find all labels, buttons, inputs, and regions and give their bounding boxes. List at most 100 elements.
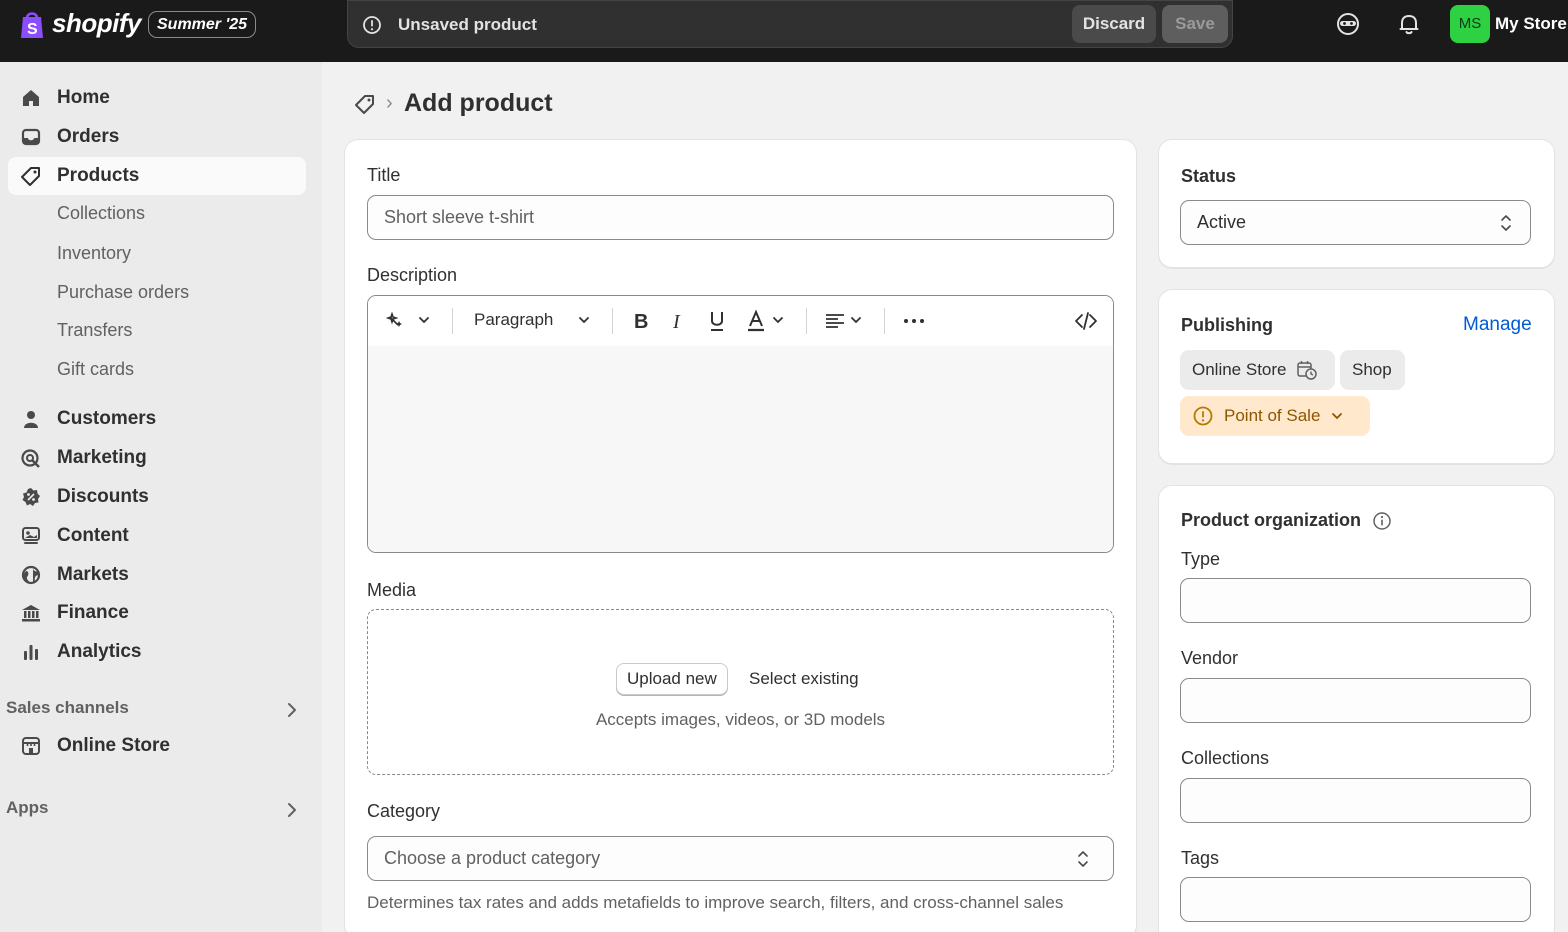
product-organization-title: Product organization	[1181, 510, 1361, 530]
unsaved-changes-bar: Unsaved product Discard Save	[347, 0, 1233, 48]
chevron-down-icon	[1332, 413, 1343, 420]
page-title: Add product	[404, 89, 553, 117]
chevron-down-icon[interactable]	[418, 309, 430, 333]
bell-icon[interactable]	[1396, 11, 1422, 37]
target-icon	[21, 449, 40, 468]
status-title: Status	[1181, 166, 1237, 186]
vendor-input[interactable]	[1180, 678, 1531, 723]
manage-link[interactable]: Manage	[1463, 314, 1532, 336]
editor-toolbar: Paragraph B I	[368, 296, 1113, 346]
sidebar-item-orders[interactable]: Orders	[8, 118, 306, 156]
chevron-right-icon[interactable]	[286, 702, 298, 718]
toolbar-divider	[612, 308, 613, 334]
channel-chip-shop[interactable]: Shop	[1340, 350, 1405, 390]
svg-text:S: S	[27, 21, 38, 38]
sidebar-item-content[interactable]: Content	[8, 517, 306, 555]
globe-icon	[21, 565, 41, 585]
bold-icon[interactable]: B	[632, 309, 650, 333]
tag-icon[interactable]	[354, 93, 376, 115]
brand-name: shopify	[52, 8, 141, 38]
sidebar-item-label: Discounts	[57, 486, 149, 507]
text-color-icon[interactable]	[746, 309, 766, 333]
sidebar-item-finance[interactable]: Finance	[8, 594, 306, 632]
media-hint: Accepts images, videos, or 3D models	[595, 710, 886, 729]
description-label: Description	[367, 265, 458, 285]
category-select[interactable]: Choose a product category	[367, 836, 1114, 881]
sidebar-item-markets[interactable]: Markets	[8, 556, 306, 594]
alert-circle-icon	[363, 16, 381, 34]
info-icon[interactable]	[1372, 511, 1392, 531]
align-left-icon[interactable]	[824, 309, 846, 333]
channel-label: Point of Sale	[1224, 406, 1321, 425]
discard-button[interactable]: Discard	[1072, 5, 1156, 43]
svg-text:B: B	[634, 311, 648, 333]
avatar[interactable]: MS	[1450, 5, 1490, 43]
top-bar: S shopify Summer '25 Unsaved product Dis…	[0, 0, 1568, 62]
sidebar-item-label: Markets	[57, 564, 129, 585]
shopify-logo[interactable]: S shopify	[18, 8, 141, 39]
magic-sparkle-icon[interactable]	[386, 309, 408, 333]
home-icon	[23, 90, 39, 106]
unsaved-message: Unsaved product	[398, 15, 537, 34]
sidebar-item-marketing[interactable]: Marketing	[8, 439, 306, 477]
sales-channels-heading[interactable]: Sales channels	[6, 698, 129, 718]
status-select[interactable]: Active	[1180, 200, 1531, 245]
sidebar-item-products[interactable]: Products	[8, 157, 306, 195]
title-input[interactable]: Short sleeve t-shirt	[367, 195, 1114, 240]
alert-circle-icon	[1193, 406, 1213, 426]
sidebar-item-label: Products	[57, 165, 140, 186]
sidebar-subitem-transfers[interactable]: Transfers	[57, 320, 132, 341]
type-input[interactable]	[1180, 578, 1531, 623]
sidekick-icon[interactable]	[1335, 11, 1361, 37]
more-horizontal-icon[interactable]	[902, 309, 926, 333]
content-icon	[22, 527, 40, 544]
store-name[interactable]: My Store	[1495, 14, 1567, 34]
tags-label: Tags	[1181, 848, 1220, 868]
toolbar-divider	[884, 308, 885, 334]
type-label: Type	[1181, 549, 1221, 569]
sidebar-item-online-store[interactable]: Online Store	[8, 727, 306, 765]
category-placeholder: Choose a product category	[384, 848, 601, 868]
sidebar-item-label: Content	[57, 525, 129, 546]
status-value: Active	[1197, 212, 1247, 232]
sidebar: Home Orders Products Collections Invento…	[0, 62, 322, 932]
sidebar-item-customers[interactable]: Customers	[8, 400, 306, 438]
sidebar-item-discounts[interactable]: Discounts	[8, 478, 306, 516]
edition-badge[interactable]: Summer '25	[148, 11, 257, 38]
channel-chip-point-of-sale[interactable]: Point of Sale	[1180, 396, 1370, 436]
tags-input[interactable]	[1180, 877, 1531, 922]
chevron-down-icon[interactable]	[850, 309, 862, 333]
save-button[interactable]: Save	[1162, 5, 1228, 43]
sidebar-subitem-gift-cards[interactable]: Gift cards	[57, 359, 134, 380]
sidebar-item-label: Home	[57, 87, 110, 108]
sidebar-item-label: Customers	[57, 408, 157, 429]
code-icon[interactable]	[1074, 309, 1098, 333]
collections-label: Collections	[1181, 748, 1270, 768]
calendar-clock-icon	[1296, 361, 1317, 380]
sidebar-item-label: Marketing	[57, 447, 147, 468]
paragraph-style-select[interactable]: Paragraph	[474, 310, 553, 330]
media-dropzone[interactable]: Upload new Select existing Accepts image…	[367, 609, 1114, 775]
description-textarea[interactable]	[368, 346, 1113, 552]
category-help-text: Determines tax rates and adds metafields…	[367, 893, 1064, 912]
sidebar-item-label: Analytics	[57, 641, 142, 662]
chevron-down-icon[interactable]	[772, 309, 784, 333]
sidebar-subitem-purchase-orders[interactable]: Purchase orders	[57, 282, 189, 303]
collections-input[interactable]	[1180, 778, 1531, 823]
sidebar-subitem-collections[interactable]: Collections	[57, 203, 145, 224]
sidebar-item-home[interactable]: Home	[8, 79, 306, 117]
apps-heading[interactable]: Apps	[6, 798, 49, 818]
underline-icon[interactable]	[708, 309, 726, 333]
select-existing-button[interactable]: Select existing	[749, 669, 859, 689]
chevron-down-icon[interactable]	[578, 309, 590, 333]
sidebar-item-analytics[interactable]: Analytics	[8, 633, 306, 671]
sidebar-item-label: Online Store	[57, 735, 170, 756]
chevron-right-icon[interactable]	[286, 802, 298, 818]
select-arrows-icon	[1501, 215, 1511, 231]
sidebar-subitem-inventory[interactable]: Inventory	[57, 243, 131, 264]
channel-chip-online-store[interactable]: Online Store	[1180, 350, 1335, 390]
upload-new-button[interactable]: Upload new	[616, 663, 728, 695]
italic-icon[interactable]: I	[670, 309, 688, 333]
title-label: Title	[367, 165, 401, 185]
sidebar-item-label: Finance	[57, 602, 129, 623]
